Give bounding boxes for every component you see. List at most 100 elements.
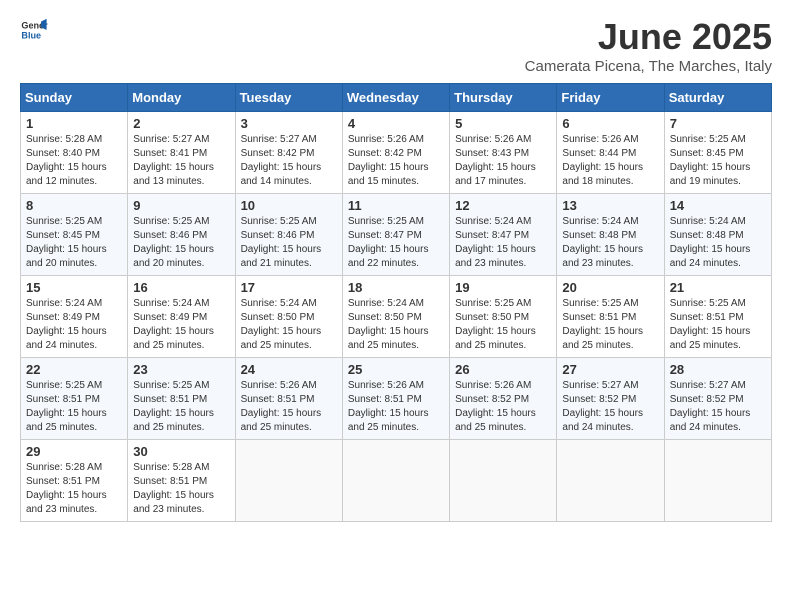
day-number: 8	[26, 198, 122, 213]
calendar-cell: 14 Sunrise: 5:24 AM Sunset: 8:48 PM Dayl…	[664, 194, 771, 276]
calendar-cell: 4 Sunrise: 5:26 AM Sunset: 8:42 PM Dayli…	[342, 112, 449, 194]
day-info: Sunrise: 5:27 AM Sunset: 8:52 PM Dayligh…	[670, 379, 766, 435]
calendar-cell	[342, 440, 449, 522]
day-info: Sunrise: 5:27 AM Sunset: 8:52 PM Dayligh…	[562, 379, 658, 435]
calendar-cell: 19 Sunrise: 5:25 AM Sunset: 8:50 PM Dayl…	[450, 276, 557, 358]
day-number: 14	[670, 198, 766, 213]
calendar-cell	[557, 440, 664, 522]
day-number: 13	[562, 198, 658, 213]
header-sunday: Sunday	[21, 84, 128, 112]
calendar-week-1: 1 Sunrise: 5:28 AM Sunset: 8:40 PM Dayli…	[21, 112, 772, 194]
logo: General Blue	[20, 16, 48, 44]
calendar-cell: 23 Sunrise: 5:25 AM Sunset: 8:51 PM Dayl…	[128, 358, 235, 440]
calendar-cell: 26 Sunrise: 5:26 AM Sunset: 8:52 PM Dayl…	[450, 358, 557, 440]
day-number: 24	[241, 362, 337, 377]
day-number: 2	[133, 116, 229, 131]
calendar: SundayMondayTuesdayWednesdayThursdayFrid…	[20, 83, 772, 522]
calendar-cell: 10 Sunrise: 5:25 AM Sunset: 8:46 PM Dayl…	[235, 194, 342, 276]
day-info: Sunrise: 5:26 AM Sunset: 8:42 PM Dayligh…	[348, 133, 444, 189]
calendar-cell: 29 Sunrise: 5:28 AM Sunset: 8:51 PM Dayl…	[21, 440, 128, 522]
calendar-cell: 7 Sunrise: 5:25 AM Sunset: 8:45 PM Dayli…	[664, 112, 771, 194]
calendar-cell: 1 Sunrise: 5:28 AM Sunset: 8:40 PM Dayli…	[21, 112, 128, 194]
day-info: Sunrise: 5:25 AM Sunset: 8:51 PM Dayligh…	[133, 379, 229, 435]
calendar-cell: 25 Sunrise: 5:26 AM Sunset: 8:51 PM Dayl…	[342, 358, 449, 440]
day-number: 29	[26, 444, 122, 459]
day-number: 9	[133, 198, 229, 213]
day-info: Sunrise: 5:26 AM Sunset: 8:43 PM Dayligh…	[455, 133, 551, 189]
day-number: 20	[562, 280, 658, 295]
day-number: 1	[26, 116, 122, 131]
day-number: 15	[26, 280, 122, 295]
day-info: Sunrise: 5:26 AM Sunset: 8:52 PM Dayligh…	[455, 379, 551, 435]
calendar-cell: 3 Sunrise: 5:27 AM Sunset: 8:42 PM Dayli…	[235, 112, 342, 194]
header-wednesday: Wednesday	[342, 84, 449, 112]
header-tuesday: Tuesday	[235, 84, 342, 112]
day-info: Sunrise: 5:25 AM Sunset: 8:45 PM Dayligh…	[26, 215, 122, 271]
calendar-cell: 18 Sunrise: 5:24 AM Sunset: 8:50 PM Dayl…	[342, 276, 449, 358]
header-thursday: Thursday	[450, 84, 557, 112]
day-number: 18	[348, 280, 444, 295]
day-info: Sunrise: 5:24 AM Sunset: 8:50 PM Dayligh…	[241, 297, 337, 353]
calendar-cell: 28 Sunrise: 5:27 AM Sunset: 8:52 PM Dayl…	[664, 358, 771, 440]
calendar-cell: 22 Sunrise: 5:25 AM Sunset: 8:51 PM Dayl…	[21, 358, 128, 440]
day-info: Sunrise: 5:28 AM Sunset: 8:40 PM Dayligh…	[26, 133, 122, 189]
day-info: Sunrise: 5:25 AM Sunset: 8:45 PM Dayligh…	[670, 133, 766, 189]
day-info: Sunrise: 5:24 AM Sunset: 8:47 PM Dayligh…	[455, 215, 551, 271]
calendar-week-5: 29 Sunrise: 5:28 AM Sunset: 8:51 PM Dayl…	[21, 440, 772, 522]
day-info: Sunrise: 5:25 AM Sunset: 8:50 PM Dayligh…	[455, 297, 551, 353]
header-friday: Friday	[557, 84, 664, 112]
calendar-cell: 5 Sunrise: 5:26 AM Sunset: 8:43 PM Dayli…	[450, 112, 557, 194]
calendar-week-4: 22 Sunrise: 5:25 AM Sunset: 8:51 PM Dayl…	[21, 358, 772, 440]
day-number: 22	[26, 362, 122, 377]
header-saturday: Saturday	[664, 84, 771, 112]
day-number: 28	[670, 362, 766, 377]
day-info: Sunrise: 5:26 AM Sunset: 8:44 PM Dayligh…	[562, 133, 658, 189]
day-number: 16	[133, 280, 229, 295]
day-info: Sunrise: 5:24 AM Sunset: 8:49 PM Dayligh…	[26, 297, 122, 353]
day-info: Sunrise: 5:28 AM Sunset: 8:51 PM Dayligh…	[133, 461, 229, 517]
day-number: 19	[455, 280, 551, 295]
day-info: Sunrise: 5:27 AM Sunset: 8:41 PM Dayligh…	[133, 133, 229, 189]
day-info: Sunrise: 5:24 AM Sunset: 8:48 PM Dayligh…	[670, 215, 766, 271]
day-number: 23	[133, 362, 229, 377]
calendar-week-3: 15 Sunrise: 5:24 AM Sunset: 8:49 PM Dayl…	[21, 276, 772, 358]
day-number: 6	[562, 116, 658, 131]
day-info: Sunrise: 5:26 AM Sunset: 8:51 PM Dayligh…	[348, 379, 444, 435]
calendar-cell: 20 Sunrise: 5:25 AM Sunset: 8:51 PM Dayl…	[557, 276, 664, 358]
day-number: 27	[562, 362, 658, 377]
day-info: Sunrise: 5:25 AM Sunset: 8:51 PM Dayligh…	[670, 297, 766, 353]
location-title: Camerata Picena, The Marches, Italy	[525, 58, 772, 75]
day-info: Sunrise: 5:24 AM Sunset: 8:49 PM Dayligh…	[133, 297, 229, 353]
calendar-cell: 21 Sunrise: 5:25 AM Sunset: 8:51 PM Dayl…	[664, 276, 771, 358]
calendar-cell: 13 Sunrise: 5:24 AM Sunset: 8:48 PM Dayl…	[557, 194, 664, 276]
calendar-cell: 15 Sunrise: 5:24 AM Sunset: 8:49 PM Dayl…	[21, 276, 128, 358]
day-info: Sunrise: 5:25 AM Sunset: 8:46 PM Dayligh…	[241, 215, 337, 271]
calendar-cell: 16 Sunrise: 5:24 AM Sunset: 8:49 PM Dayl…	[128, 276, 235, 358]
calendar-cell: 8 Sunrise: 5:25 AM Sunset: 8:45 PM Dayli…	[21, 194, 128, 276]
calendar-cell: 2 Sunrise: 5:27 AM Sunset: 8:41 PM Dayli…	[128, 112, 235, 194]
calendar-cell: 11 Sunrise: 5:25 AM Sunset: 8:47 PM Dayl…	[342, 194, 449, 276]
day-number: 7	[670, 116, 766, 131]
calendar-cell: 24 Sunrise: 5:26 AM Sunset: 8:51 PM Dayl…	[235, 358, 342, 440]
day-info: Sunrise: 5:25 AM Sunset: 8:51 PM Dayligh…	[26, 379, 122, 435]
calendar-cell	[235, 440, 342, 522]
day-number: 10	[241, 198, 337, 213]
day-info: Sunrise: 5:28 AM Sunset: 8:51 PM Dayligh…	[26, 461, 122, 517]
day-number: 12	[455, 198, 551, 213]
calendar-cell: 12 Sunrise: 5:24 AM Sunset: 8:47 PM Dayl…	[450, 194, 557, 276]
calendar-cell	[664, 440, 771, 522]
day-info: Sunrise: 5:25 AM Sunset: 8:51 PM Dayligh…	[562, 297, 658, 353]
calendar-cell: 6 Sunrise: 5:26 AM Sunset: 8:44 PM Dayli…	[557, 112, 664, 194]
day-info: Sunrise: 5:26 AM Sunset: 8:51 PM Dayligh…	[241, 379, 337, 435]
calendar-cell: 30 Sunrise: 5:28 AM Sunset: 8:51 PM Dayl…	[128, 440, 235, 522]
day-info: Sunrise: 5:24 AM Sunset: 8:48 PM Dayligh…	[562, 215, 658, 271]
header-monday: Monday	[128, 84, 235, 112]
day-number: 30	[133, 444, 229, 459]
day-number: 3	[241, 116, 337, 131]
header: General Blue June 2025 Camerata Picena, …	[20, 16, 772, 75]
day-info: Sunrise: 5:25 AM Sunset: 8:46 PM Dayligh…	[133, 215, 229, 271]
day-number: 4	[348, 116, 444, 131]
calendar-cell: 27 Sunrise: 5:27 AM Sunset: 8:52 PM Dayl…	[557, 358, 664, 440]
calendar-header-row: SundayMondayTuesdayWednesdayThursdayFrid…	[21, 84, 772, 112]
month-title: June 2025	[525, 16, 772, 58]
